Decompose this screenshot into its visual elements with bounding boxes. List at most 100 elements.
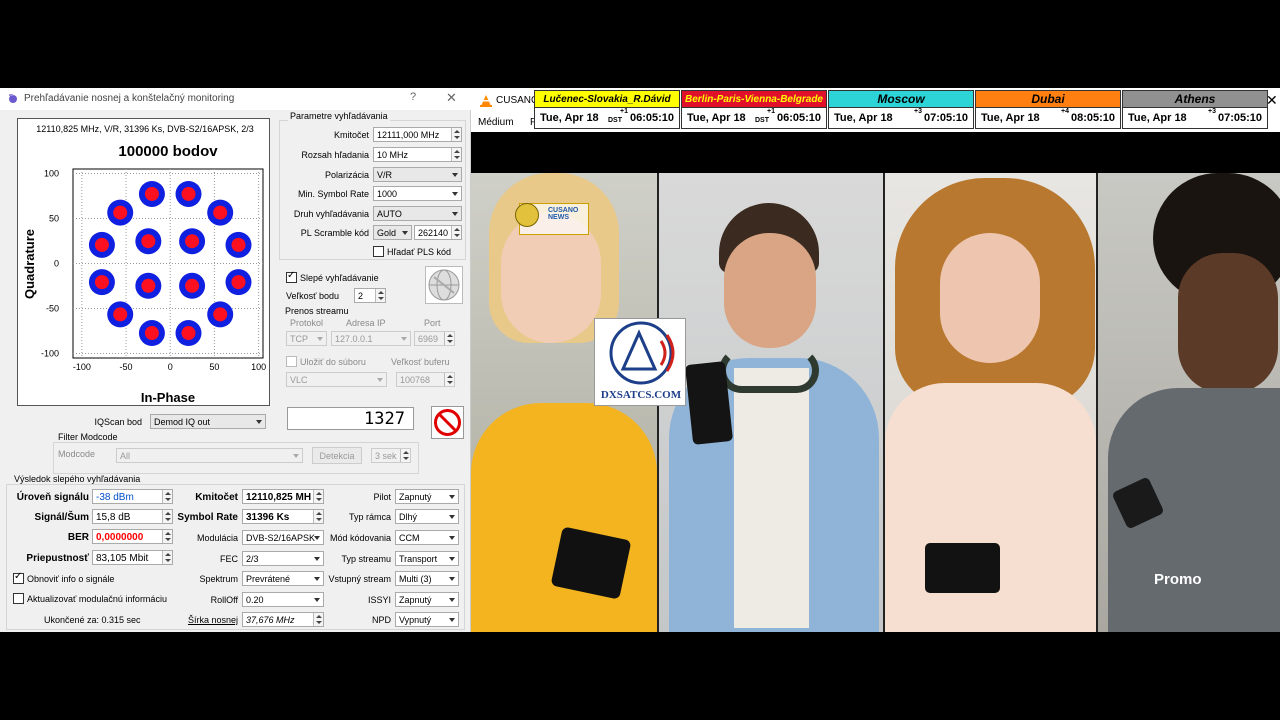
vlc-cone-icon bbox=[480, 95, 492, 107]
pls-code-input[interactable]: 262140 bbox=[414, 225, 462, 240]
constellation-svg: 12110,825 MHz, V/R, 31396 Ks, DVB-S2/16A… bbox=[22, 124, 266, 405]
symbol-core bbox=[181, 186, 196, 201]
pls-code-value: 262140 bbox=[418, 228, 449, 238]
spectrum-select[interactable]: Prevrátené bbox=[242, 571, 324, 586]
stream-transfer-label: Prenos streamu bbox=[285, 306, 349, 316]
buffer-size-input[interactable]: 100768 bbox=[396, 372, 455, 387]
clock-dst: DST bbox=[608, 117, 622, 124]
rolloff-value: 0.20 bbox=[246, 595, 264, 605]
detect-interval-input[interactable]: 3 sek bbox=[371, 448, 411, 463]
fec-select[interactable]: 2/3 bbox=[242, 551, 324, 566]
symbol-core bbox=[213, 205, 228, 220]
detect-button[interactable]: Detekcia bbox=[312, 447, 362, 464]
symbol-core bbox=[213, 307, 228, 322]
menu-medium[interactable]: Médium bbox=[478, 117, 514, 128]
npd-select[interactable]: Vypnutý bbox=[395, 612, 459, 627]
carrier-width-label[interactable]: Šírka nosnej bbox=[170, 615, 238, 625]
save-target-select[interactable]: VLC bbox=[286, 372, 387, 387]
help-button[interactable]: ? bbox=[410, 91, 416, 103]
plot-area bbox=[72, 168, 264, 359]
port-spinner[interactable] bbox=[444, 332, 454, 345]
clock-date: Tue, Apr 18 bbox=[981, 112, 1040, 124]
snr-field: 15,8 dB bbox=[92, 509, 173, 524]
coding-mode-select[interactable]: CCM bbox=[395, 530, 459, 545]
ber-value: 0,0000000 bbox=[96, 532, 144, 543]
frequency-spinner[interactable] bbox=[451, 128, 461, 141]
stop-icon bbox=[434, 409, 461, 436]
blind-search-checkbox[interactable] bbox=[286, 270, 297, 283]
range-input[interactable]: 10 MHz bbox=[373, 147, 462, 162]
chevron-down-icon bbox=[449, 598, 455, 602]
port-input[interactable]: 6969 bbox=[414, 331, 455, 346]
snr-label: Signál/Šum bbox=[34, 512, 89, 523]
pls-code-spinner[interactable] bbox=[451, 226, 461, 239]
video-panel-2 bbox=[659, 173, 883, 632]
y-tick-label: -100 bbox=[41, 349, 59, 359]
polarization-label: Polarizácia bbox=[324, 170, 369, 180]
carrier-width-spinner[interactable] bbox=[313, 613, 323, 626]
issyi-select[interactable]: Zapnutý bbox=[395, 592, 459, 607]
clock-0: Lučenec-Slovakia_R.Dávid Tue, Apr 18 +1 DST… bbox=[534, 90, 680, 129]
protocol-select[interactable]: TCP bbox=[286, 331, 327, 346]
min-sr-select[interactable]: 1000 bbox=[373, 186, 462, 201]
pilot-select[interactable]: Zapnutý bbox=[395, 489, 459, 504]
modcode-select[interactable]: All bbox=[116, 448, 303, 463]
man-face bbox=[724, 233, 816, 348]
stream-type-select[interactable]: Transport bbox=[395, 551, 459, 566]
range-spinner[interactable] bbox=[451, 148, 461, 161]
result-frequency-value: 12110,825 MH bbox=[246, 492, 312, 503]
modulation-select[interactable]: DVB-S2/16APSK bbox=[242, 530, 324, 545]
update-modulation-checkbox[interactable] bbox=[13, 593, 24, 604]
signal-level-value: -38 dBm bbox=[96, 492, 134, 503]
stop-button[interactable] bbox=[431, 406, 464, 439]
refresh-signal-checkbox[interactable] bbox=[13, 571, 24, 584]
point-size-input[interactable]: 2 bbox=[354, 288, 386, 303]
chevron-down-icon bbox=[402, 231, 408, 235]
ip-select[interactable]: 127.0.0.1 bbox=[331, 331, 411, 346]
iqscan-select[interactable]: Demod IQ out bbox=[150, 414, 266, 429]
frame-type-select[interactable]: Dlhý bbox=[395, 509, 459, 524]
chevron-down-icon bbox=[256, 420, 262, 424]
pilot-value: Zapnutý bbox=[399, 492, 432, 502]
woman-face bbox=[940, 233, 1040, 363]
frequency-value: 12111,000 MHz bbox=[377, 130, 440, 140]
detect-interval-spinner[interactable] bbox=[400, 449, 410, 462]
coding-mode-value: CCM bbox=[399, 533, 420, 543]
symbol-core bbox=[113, 307, 128, 322]
search-pls-label: Hľadať PLS kód bbox=[387, 247, 452, 257]
pls-type-select[interactable]: Gold bbox=[373, 225, 412, 240]
phone bbox=[925, 543, 1000, 593]
plot-xlabel: In-Phase bbox=[141, 390, 195, 405]
search-type-label: Druh vyhľadávania bbox=[293, 209, 369, 219]
scan-globe-button[interactable] bbox=[425, 266, 463, 304]
carrier-scan-dialog: Prehľadávanie nosnej a konštelačný monit… bbox=[0, 88, 471, 632]
close-button[interactable]: ✕ bbox=[446, 90, 457, 106]
save-file-checkbox[interactable] bbox=[286, 356, 297, 367]
polarization-select[interactable]: V/R bbox=[373, 167, 462, 182]
vlc-titlebar: CUSANO Médium P ✕ Lučenec-Slovakia_R.Dáv… bbox=[471, 88, 1280, 132]
chevron-down-icon bbox=[449, 557, 455, 561]
pls-label: PL Scramble kód bbox=[300, 228, 369, 238]
throughput-field: 83,105 Mbit bbox=[92, 550, 173, 565]
buffer-size-spinner[interactable] bbox=[444, 373, 454, 386]
white-shirt bbox=[734, 368, 809, 628]
chevron-down-icon bbox=[452, 173, 458, 177]
video-area[interactable]: CUSANO NEWS Promo DXSATCS.COM bbox=[471, 173, 1280, 632]
clock-date: Tue, Apr 18 bbox=[540, 112, 599, 124]
frequency-input[interactable]: 12111,000 MHz bbox=[373, 127, 462, 142]
input-stream-label: Vstupný stream bbox=[328, 574, 391, 584]
rolloff-select[interactable]: 0.20 bbox=[242, 592, 324, 607]
clock-1: Berlin-Paris-Vienna-Belgrade Tue, Apr 18 +… bbox=[681, 90, 827, 129]
phone bbox=[684, 361, 734, 445]
yellow-top bbox=[471, 403, 657, 632]
result-sr-spinner[interactable] bbox=[313, 510, 323, 523]
point-size-spinner[interactable] bbox=[375, 289, 385, 302]
npd-value: Vypnutý bbox=[399, 615, 432, 625]
result-frequency-spinner[interactable] bbox=[313, 490, 323, 503]
plot-header: 12110,825 MHz, V/R, 31396 Ks, DVB-S2/16A… bbox=[36, 124, 253, 134]
search-pls-checkbox[interactable] bbox=[373, 246, 384, 257]
coding-mode-label: Mód kódovania bbox=[329, 533, 391, 543]
input-stream-select[interactable]: Multi (3) bbox=[395, 571, 459, 586]
constellation-plot: 12110,825 MHz, V/R, 31396 Ks, DVB-S2/16A… bbox=[17, 118, 270, 406]
search-type-select[interactable]: AUTO bbox=[373, 206, 462, 221]
